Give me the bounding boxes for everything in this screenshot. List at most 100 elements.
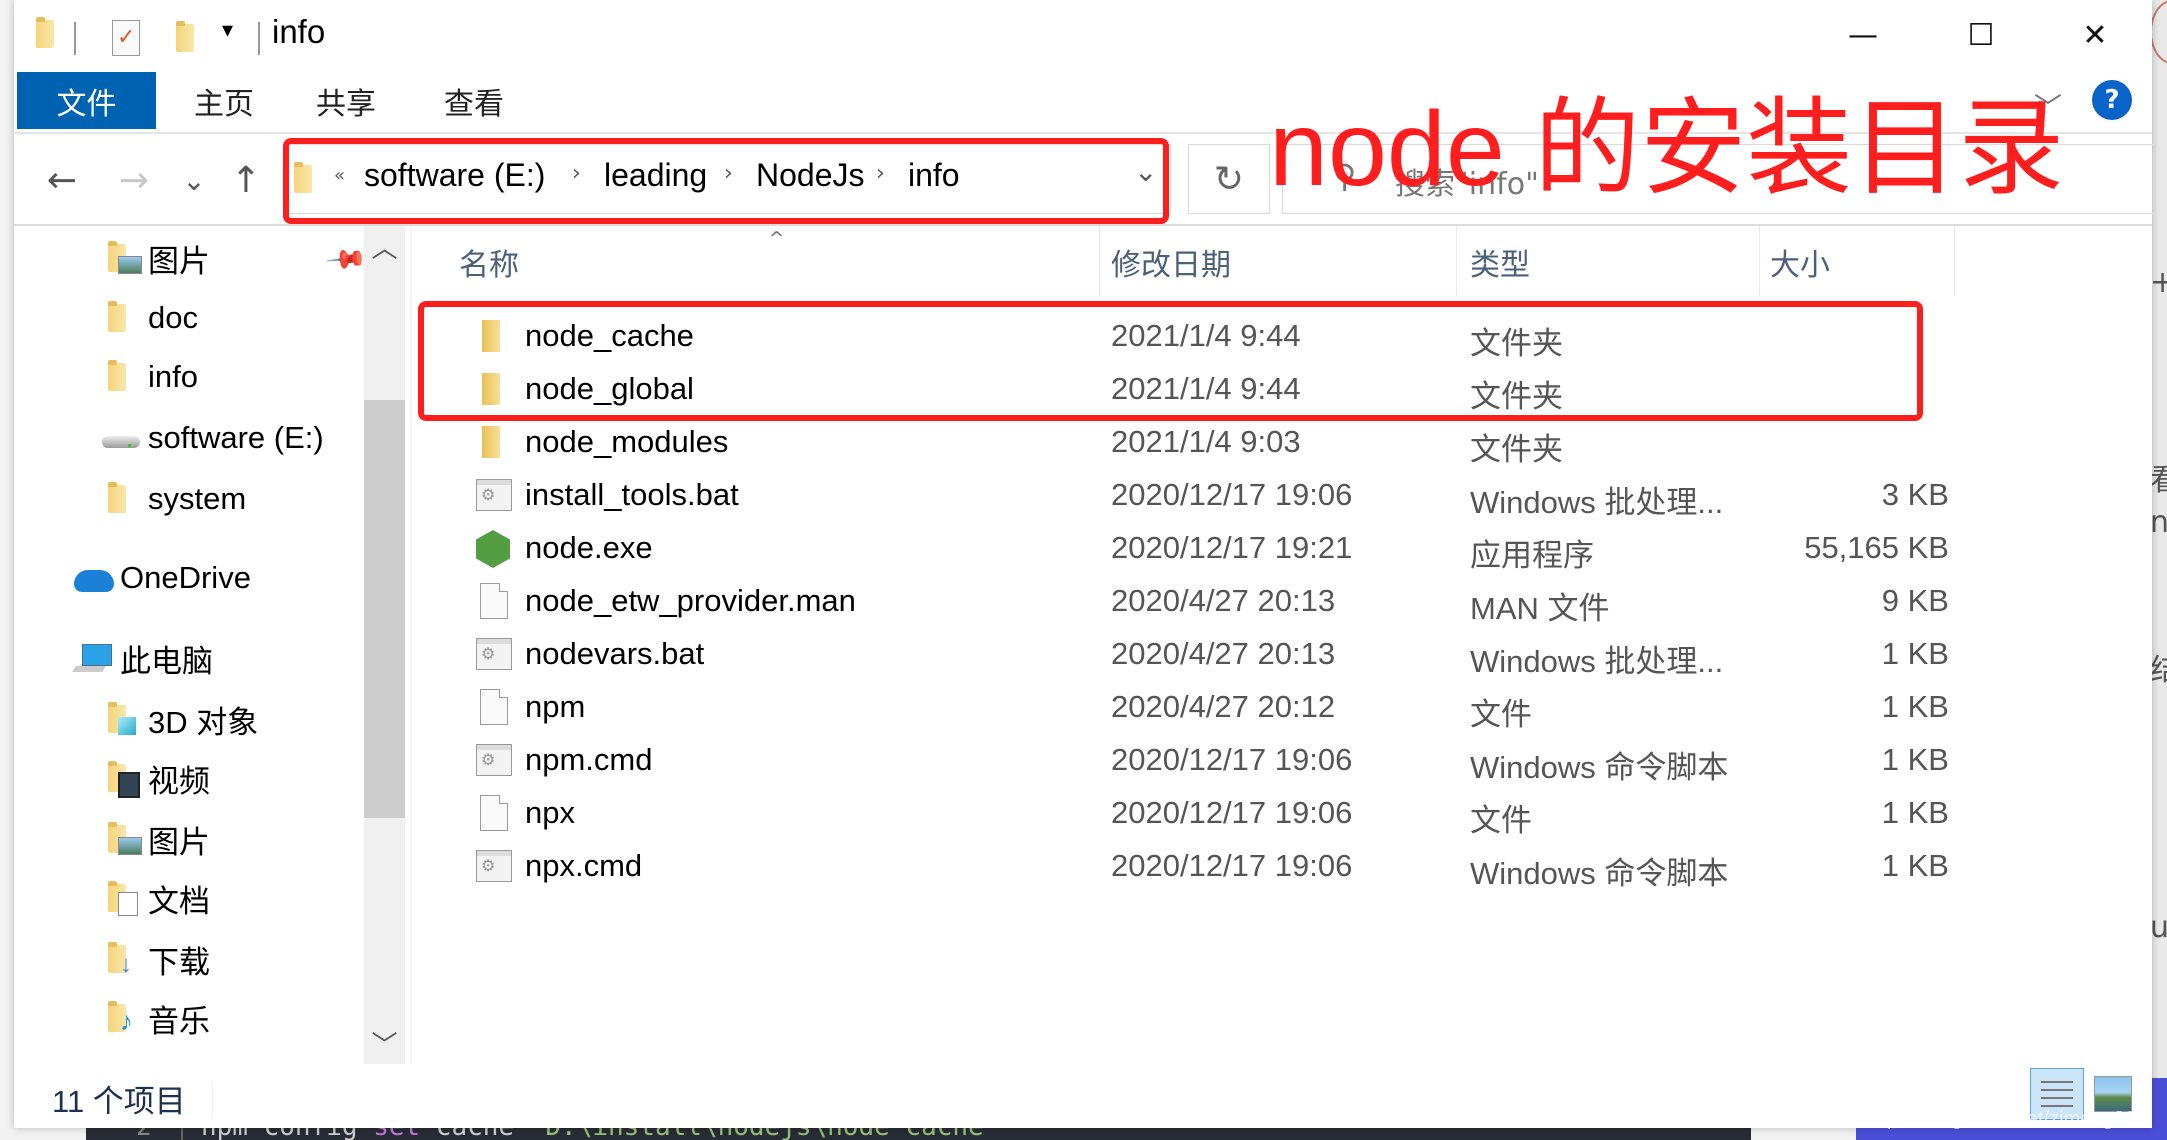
address-bar[interactable]: « software (E:) › leading › NodeJs › inf… <box>283 144 1171 214</box>
sidebar-item-system[interactable]: system <box>102 473 246 525</box>
file-size: 55,165 KB <box>1804 530 1949 565</box>
sidebar-item-label: 文档 <box>148 883 210 919</box>
minimize-button[interactable]: — <box>1818 10 1908 60</box>
column-header-type[interactable]: 类型 <box>1470 240 1530 286</box>
scroll-down-icon[interactable]: ﹀ <box>364 1025 405 1062</box>
sidebar-item[interactable]: ♪ 音乐 <box>102 992 210 1044</box>
batch-file-icon <box>476 848 514 886</box>
background-text-fragment: 结 <box>2150 653 2167 688</box>
list-line <box>2041 1105 2073 1107</box>
up-button[interactable]: ↑ <box>216 150 276 210</box>
column-header-size[interactable]: 大小 <box>1770 240 1830 286</box>
sidebar-item[interactable]: 文档 <box>102 872 210 924</box>
column-divider[interactable] <box>1456 226 1457 296</box>
title-bar: ✓ ▾ info — ☐ ✕ <box>14 0 2152 70</box>
code-token: cache <box>420 1126 530 1140</box>
background-text-fragment: + <box>2150 265 2167 300</box>
scrollbar-thumb[interactable] <box>364 400 405 818</box>
help-button[interactable]: ? <box>2092 80 2132 120</box>
breadcrumb-overflow[interactable]: « <box>334 165 345 186</box>
breadcrumb-leading[interactable]: leading <box>604 157 707 194</box>
file-row[interactable]: node.exe 2020/12/17 19:21 应用程序 55,165 KB <box>454 522 1974 575</box>
breadcrumb-separator[interactable]: › <box>572 161 581 186</box>
file-row[interactable]: npx.cmd 2020/12/17 19:06 Windows 命令脚本 1 KB <box>454 840 1974 893</box>
file-row[interactable]: npm 2020/4/27 20:12 文件 1 KB <box>454 681 1974 734</box>
3d-objects-folder-icon <box>102 699 142 739</box>
sidebar-item[interactable]: 此电脑 <box>72 632 213 684</box>
tab-home[interactable]: 主页 <box>174 72 274 129</box>
file-row[interactable]: npm.cmd 2020/12/17 19:06 Windows 命令脚本 1 KB <box>454 734 1974 787</box>
pictures-folder-icon <box>102 238 142 278</box>
sidebar-item-doc[interactable]: doc <box>102 292 198 344</box>
code-token: npm config <box>201 1126 373 1140</box>
file-name: npm <box>525 689 586 724</box>
sidebar-item[interactable]: 图片 <box>102 232 210 284</box>
column-divider[interactable] <box>1759 226 1760 296</box>
maximize-button[interactable]: ☐ <box>1936 10 2026 60</box>
file-row[interactable]: install_tools.bat 2020/12/17 19:06 Windows… <box>454 469 1974 522</box>
onedrive-icon <box>74 558 114 598</box>
tab-file[interactable]: 文件 <box>17 72 156 129</box>
tab-share[interactable]: 共享 <box>296 72 396 129</box>
sidebar-item[interactable]: 视频 <box>102 752 210 804</box>
customize-quick-access-icon[interactable]: ▾ <box>222 18 233 43</box>
batch-file-icon <box>476 742 514 780</box>
file-row[interactable]: node_etw_provider.man 2020/4/27 20:13 MAN … <box>454 575 1974 628</box>
file-row[interactable]: nodevars.bat 2020/4/27 20:13 Windows 批处理..… <box>454 628 1974 681</box>
status-item-count: 11 个项目 <box>52 1084 186 1119</box>
file-row[interactable]: node_cache 2021/1/4 9:44 文件夹 <box>454 310 1974 363</box>
close-button[interactable]: ✕ <box>2050 10 2140 60</box>
file-row[interactable]: node_global 2021/1/4 9:44 文件夹 <box>454 363 1974 416</box>
sidebar-item-software-e[interactable]: software (E:) <box>102 412 324 464</box>
file-name: npx.cmd <box>525 848 643 883</box>
address-dropdown-icon[interactable]: ⌄ <box>1134 155 1157 188</box>
file-type: 文件夹 <box>1470 326 1563 361</box>
code-string: "D:\install\nodejs\node_cache" <box>530 1126 1000 1140</box>
sidebar-item[interactable]: 图片 <box>102 813 210 865</box>
new-folder-icon[interactable] <box>176 21 194 52</box>
file-type: 文件 <box>1470 697 1532 732</box>
sidebar-item-info[interactable]: info <box>102 351 198 403</box>
folder-icon[interactable] <box>36 17 54 48</box>
tab-view[interactable]: 查看 <box>424 72 524 129</box>
file-name: node.exe <box>525 530 653 565</box>
back-button[interactable]: ← <box>32 150 92 210</box>
code-line: npm config set cache "D:\install\nodejs\… <box>201 1126 999 1140</box>
file-size: 1 KB <box>1881 636 1949 671</box>
file-icon <box>476 689 514 727</box>
sidebar-item-label: 图片 <box>148 243 210 279</box>
breadcrumb-software-drive[interactable]: software (E:) <box>364 157 545 194</box>
folder-icon <box>102 298 142 338</box>
column-header-date[interactable]: 修改日期 <box>1111 240 1231 286</box>
large-icons-view-button[interactable] <box>2094 1076 2132 1112</box>
pin-icon[interactable]: 📌 <box>324 238 368 282</box>
file-row[interactable]: node_modules 2021/1/4 9:03 文件夹 <box>454 416 1974 469</box>
breadcrumb-separator[interactable]: › <box>876 161 885 186</box>
sidebar-item-onedrive[interactable]: OneDrive <box>74 552 251 604</box>
videos-folder-icon <box>102 758 142 798</box>
sidebar-item[interactable]: ↓ 下载 <box>102 933 210 985</box>
file-type: 文件 <box>1470 803 1532 838</box>
sidebar-item-3d[interactable]: 3D 对象 <box>102 693 258 745</box>
forward-button[interactable]: → <box>104 150 164 210</box>
sidebar-item-label: 3D 对象 <box>148 704 259 740</box>
scroll-up-icon[interactable]: ︿ <box>364 228 405 265</box>
nodejs-app-icon <box>476 530 514 568</box>
folder-icon <box>102 479 142 519</box>
file-row[interactable]: npx 2020/12/17 19:06 文件 1 KB <box>454 787 1974 840</box>
sidebar-item-label: software (E:) <box>148 420 324 455</box>
breadcrumb-info[interactable]: info <box>908 157 960 194</box>
recent-locations-button[interactable]: ⌄ <box>164 150 224 210</box>
properties-icon[interactable]: ✓ <box>112 20 140 56</box>
sidebar-item-label: system <box>148 481 247 516</box>
column-header-name[interactable]: 名称 <box>459 240 519 286</box>
refresh-button[interactable]: ↻ <box>1188 144 1270 214</box>
breadcrumb-separator[interactable]: › <box>724 161 733 186</box>
file-size: 1 KB <box>1881 848 1949 883</box>
column-divider[interactable] <box>1099 226 1100 296</box>
column-divider[interactable] <box>1954 226 1955 296</box>
breadcrumb-nodejs[interactable]: NodeJs <box>756 157 865 194</box>
checkmark-icon: ✓ <box>117 25 136 50</box>
file-type: MAN 文件 <box>1470 591 1610 626</box>
downloads-folder-icon: ↓ <box>102 939 142 979</box>
